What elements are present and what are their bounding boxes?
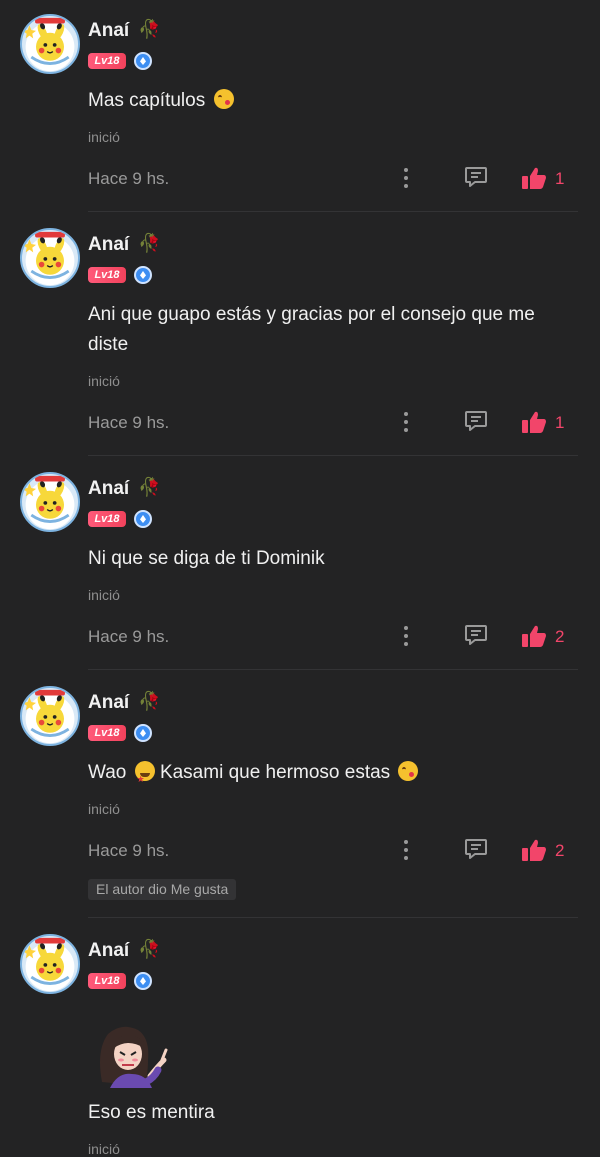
level-badge: Lv18 xyxy=(88,973,126,989)
thumbs-up-icon[interactable] xyxy=(521,410,547,434)
username[interactable]: Anaí xyxy=(88,478,129,500)
rose-icon: 🥀 xyxy=(138,939,161,959)
comment-item: Anaí 🥀 Lv18 Ni que se diga de ti Dominik… xyxy=(0,458,600,670)
author-liked-badge: El autor dio Me gusta xyxy=(88,879,237,900)
more-vertical-icon[interactable] xyxy=(400,167,412,189)
divider xyxy=(88,455,578,456)
avatar-image xyxy=(22,230,78,286)
kissing-face-emoji-icon xyxy=(398,761,419,781)
like-count: 2 xyxy=(555,841,565,860)
verified-badge-icon xyxy=(134,510,152,528)
anime-girl-sticker[interactable] xyxy=(88,1020,180,1088)
more-vertical-icon[interactable] xyxy=(400,839,412,861)
timestamp: Hace 9 hs. xyxy=(88,627,170,646)
like-count: 2 xyxy=(555,627,565,646)
started-label: inició xyxy=(88,801,120,817)
verified-badge-icon xyxy=(134,266,152,284)
username[interactable]: Anaí xyxy=(88,234,129,256)
thumbs-up-icon[interactable] xyxy=(521,838,547,862)
divider xyxy=(88,211,578,212)
like-count: 1 xyxy=(555,413,565,432)
started-label: inició xyxy=(88,587,120,603)
username[interactable]: Anaí xyxy=(88,20,129,42)
timestamp: Hace 9 hs. xyxy=(88,169,170,188)
avatar[interactable] xyxy=(20,472,80,532)
comment-text-part: Kasami que hermoso estas xyxy=(159,762,391,783)
level-badge: Lv18 xyxy=(88,725,126,741)
username[interactable]: Anaí xyxy=(88,692,129,714)
thumbs-up-icon[interactable] xyxy=(521,166,547,190)
level-badge: Lv18 xyxy=(88,511,126,527)
level-badge: Lv18 xyxy=(88,53,126,69)
comment-icon[interactable] xyxy=(464,624,488,646)
verified-badge-icon xyxy=(134,724,152,742)
comment-text: Mas capítulos xyxy=(88,86,578,116)
avatar-image xyxy=(22,936,78,992)
avatar-image xyxy=(22,474,78,530)
comment-item: Anaí 🥀 Lv18 Wao Kasami que hermoso estas… xyxy=(0,672,600,918)
verified-badge-icon xyxy=(134,52,152,70)
divider xyxy=(88,669,578,670)
comment-icon[interactable] xyxy=(464,838,488,860)
kissing-face-emoji-icon xyxy=(213,89,234,109)
started-label: inició xyxy=(88,129,120,145)
verified-badge-icon xyxy=(134,972,152,990)
star-struck-emoji-icon xyxy=(134,761,155,794)
avatar-image xyxy=(22,688,78,744)
comment-icon[interactable] xyxy=(464,410,488,432)
comment-item: Anaí 🥀 Lv18 Mas capítulos inició Hace 9 … xyxy=(0,0,600,212)
started-label: inició xyxy=(88,1141,120,1157)
avatar[interactable] xyxy=(20,14,80,74)
timestamp: Hace 9 hs. xyxy=(88,413,170,432)
started-label: inició xyxy=(88,373,120,389)
username[interactable]: Anaí xyxy=(88,940,129,962)
divider xyxy=(88,917,578,918)
comment-item: Anaí 🥀 Lv18 Ani que guapo estás y gracia… xyxy=(0,214,600,456)
like-count: 1 xyxy=(555,169,565,188)
comment-text-content: Mas capítulos xyxy=(88,90,206,111)
avatar-image xyxy=(22,16,78,72)
more-vertical-icon[interactable] xyxy=(400,411,412,433)
comment-item: Anaí 🥀 Lv18 Eso es mentira inició xyxy=(0,920,600,1157)
avatar[interactable] xyxy=(20,686,80,746)
comment-text: Eso es mentira xyxy=(88,1102,215,1123)
rose-icon: 🥀 xyxy=(138,19,161,39)
level-badge: Lv18 xyxy=(88,267,126,283)
comment-text: Ani que guapo estás y gracias por el con… xyxy=(88,304,535,355)
comment-icon[interactable] xyxy=(464,166,488,188)
avatar[interactable] xyxy=(20,934,80,994)
comment-text-part: Wao xyxy=(88,762,127,783)
thumbs-up-icon[interactable] xyxy=(521,624,547,648)
rose-icon: 🥀 xyxy=(138,477,161,497)
more-vertical-icon[interactable] xyxy=(400,625,412,647)
rose-icon: 🥀 xyxy=(138,233,161,253)
rose-icon: 🥀 xyxy=(138,691,161,711)
timestamp: Hace 9 hs. xyxy=(88,841,170,860)
comment-text: Wao Kasami que hermoso estas xyxy=(88,758,578,794)
comment-text: Ni que se diga de ti Dominik xyxy=(88,548,325,569)
avatar[interactable] xyxy=(20,228,80,288)
